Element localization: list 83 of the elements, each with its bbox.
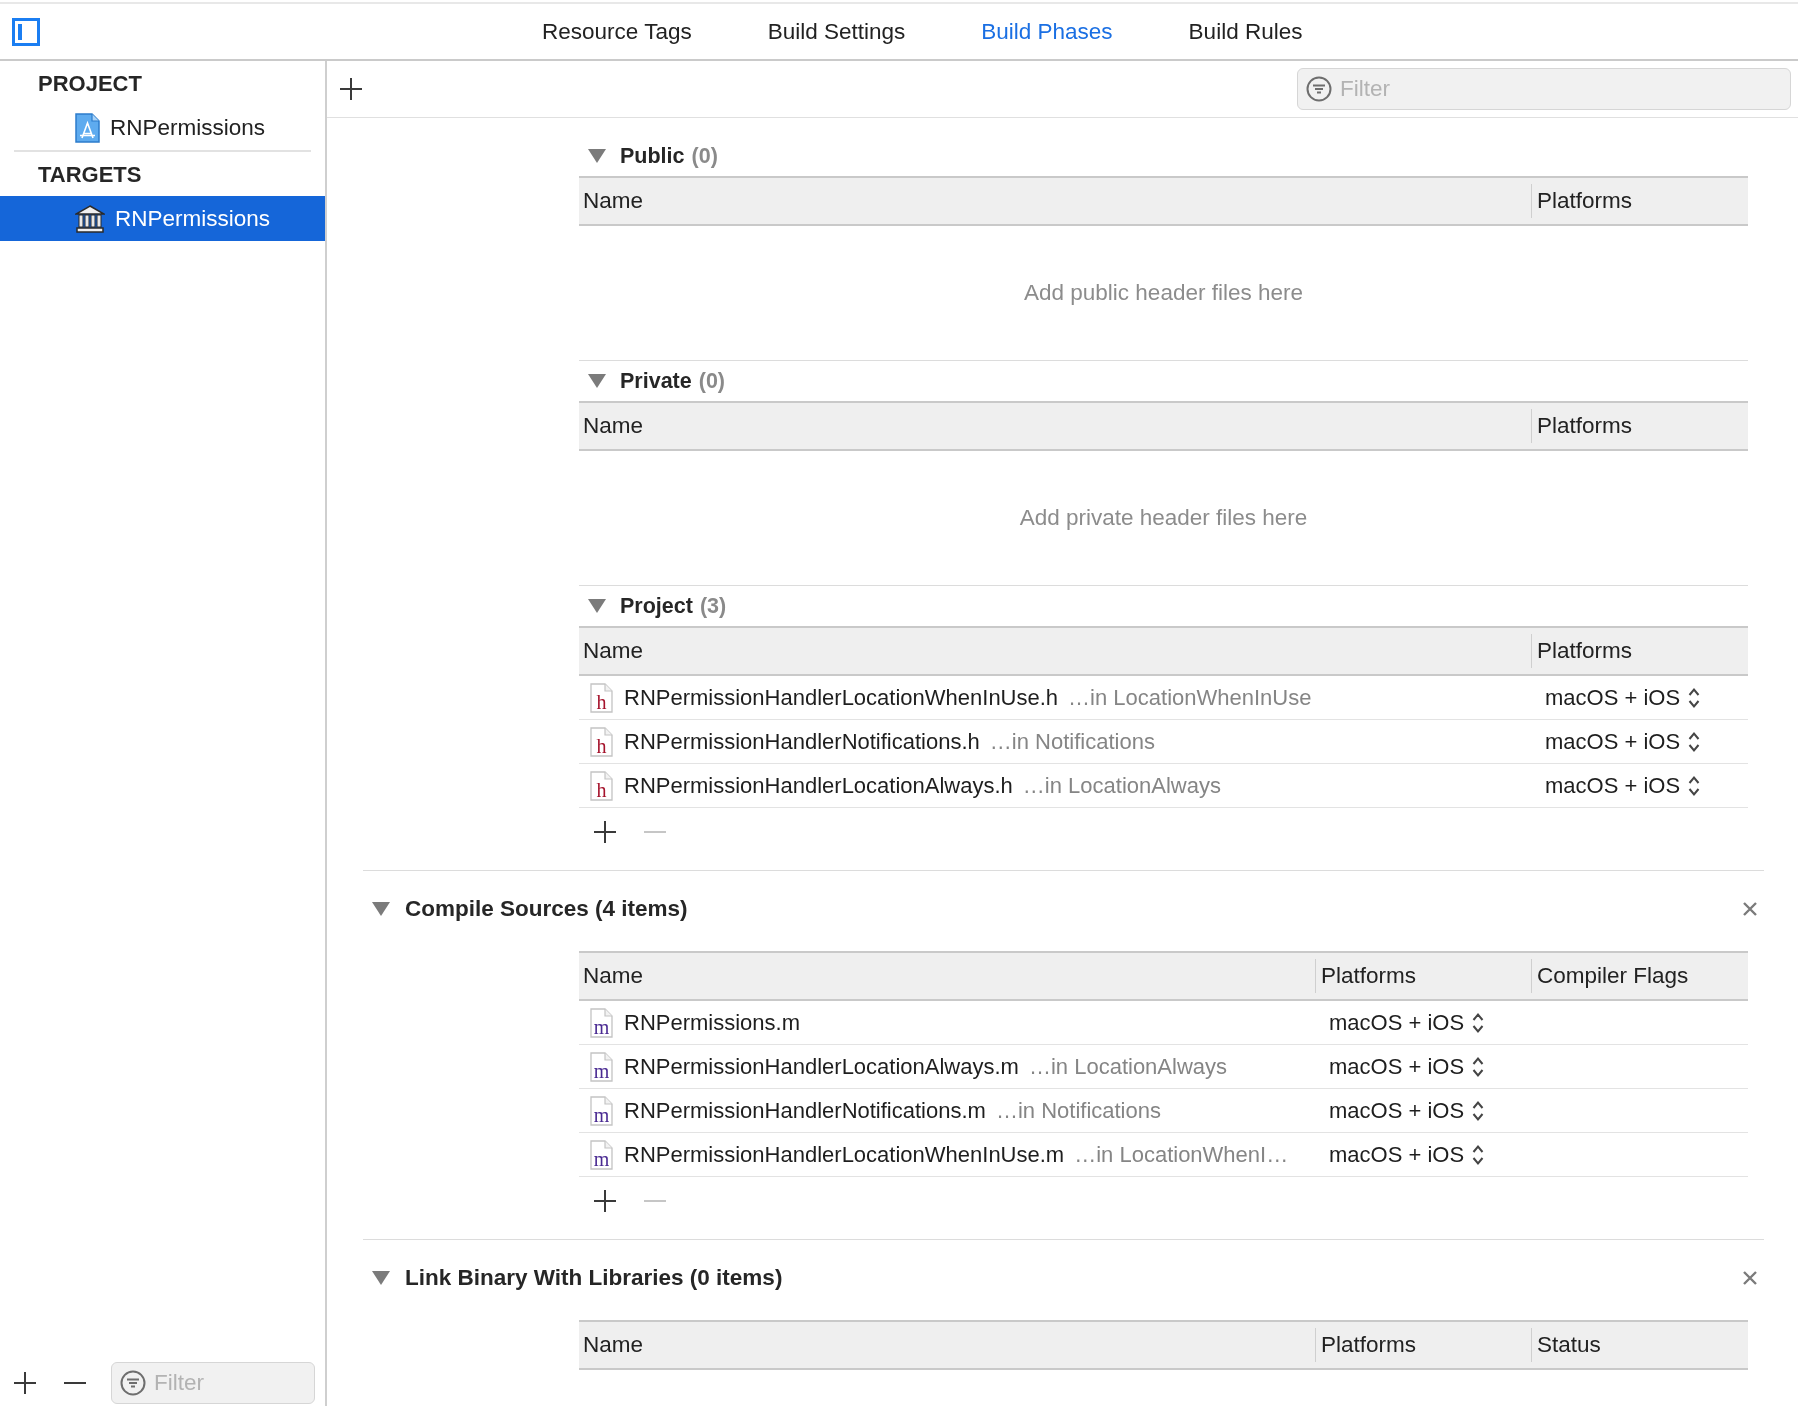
file-icon: m: [590, 1139, 613, 1170]
phase-title: Compile Sources (4 items): [405, 895, 688, 924]
disclosure-triangle-icon[interactable]: [372, 1271, 390, 1285]
column-header: Status: [1531, 1328, 1748, 1362]
platforms-popup[interactable]: macOS + iOS: [1531, 681, 1701, 714]
file-location: …in LocationAlways: [1028, 1053, 1228, 1081]
file-name: RNPermissionHandlerLocationAlways.h: [624, 772, 1013, 800]
building-icon: [75, 204, 105, 233]
sidebar-item[interactable]: RNPermissions: [0, 196, 325, 241]
sidebar-heading: TARGETS: [37, 160, 143, 189]
disclosure-triangle-icon[interactable]: [588, 149, 606, 163]
minus-icon[interactable]: [64, 1381, 86, 1384]
empty-placeholder-text: Add public header files here: [1024, 279, 1303, 308]
close-icon[interactable]: [1743, 1271, 1757, 1285]
file-name: RNPermissionHandlerLocationAlways.m: [624, 1053, 1019, 1081]
platforms-popup[interactable]: macOS + iOS: [1315, 1138, 1485, 1171]
platforms-popup[interactable]: macOS + iOS: [1315, 1094, 1485, 1127]
disclosure-triangle-icon[interactable]: [372, 902, 390, 916]
plus-icon[interactable]: [340, 78, 362, 100]
column-header: Platforms: [1315, 959, 1531, 993]
editor-tab[interactable]: Resource Tags: [504, 18, 730, 45]
column-header: Platforms: [1315, 1328, 1531, 1362]
plus-icon[interactable]: [14, 1371, 36, 1394]
column-header: Compiler Flags: [1531, 959, 1748, 993]
sidebar-item[interactable]: RNPermissions: [0, 105, 325, 150]
filter-icon: [120, 1369, 146, 1396]
item-count: (3): [699, 592, 727, 620]
editor-tab[interactable]: Build Rules: [1150, 18, 1341, 45]
file-name: RNPermissionHandlerLocationWhenInUse.h: [624, 684, 1059, 712]
close-icon[interactable]: [1743, 902, 1757, 916]
up-down-chevron-icon: [1688, 686, 1701, 709]
file-icon: h: [590, 726, 613, 757]
file-name: RNPermissionHandlerNotifications.h: [624, 728, 980, 756]
document-icon: [75, 112, 100, 143]
file-location: …in Notifications: [989, 728, 1155, 756]
column-header: Name: [582, 1331, 645, 1360]
disclosure-triangle-icon[interactable]: [588, 374, 606, 388]
item-count: (0): [691, 142, 718, 170]
platforms-popup[interactable]: macOS + iOS: [1315, 1006, 1485, 1039]
file-icon: m: [590, 1095, 613, 1126]
column-header: Platforms: [1531, 184, 1748, 218]
section-title: Public: [620, 142, 685, 170]
empty-placeholder-text: Add private header files here: [1019, 504, 1308, 533]
file-icon: h: [590, 682, 613, 713]
up-down-chevron-icon: [1472, 1143, 1485, 1166]
up-down-chevron-icon: [1688, 774, 1701, 797]
disclosure-triangle-icon[interactable]: [588, 599, 606, 613]
up-down-chevron-icon: [1472, 1099, 1485, 1122]
file-icon: m: [590, 1051, 613, 1082]
file-location: …in LocationWhenI…: [1074, 1141, 1289, 1169]
section-title: Project: [620, 592, 693, 620]
editor-tab[interactable]: Build Phases: [943, 18, 1151, 45]
plus-icon[interactable]: [594, 821, 616, 843]
file-location: …in LocationAlways: [1022, 772, 1221, 800]
item-count: (0): [698, 367, 725, 395]
column-header: Platforms: [1531, 409, 1748, 443]
column-header: Name: [582, 962, 645, 991]
file-name: RNPermissionHandlerLocationWhenInUse.m: [624, 1141, 1065, 1169]
column-header: Name: [582, 187, 645, 216]
up-down-chevron-icon: [1472, 1011, 1485, 1034]
file-location: …in Notifications: [995, 1097, 1161, 1125]
file-icon: m: [590, 1007, 613, 1038]
platforms-popup[interactable]: macOS + iOS: [1531, 725, 1701, 758]
file-location: …in LocationWhenInUse: [1068, 684, 1312, 712]
file-name: RNPermissionHandlerNotifications.m: [624, 1097, 986, 1125]
sidebar-toggle-icon[interactable]: [12, 17, 40, 46]
up-down-chevron-icon: [1472, 1055, 1485, 1078]
sidebar-heading: PROJECT: [37, 69, 143, 98]
plus-icon[interactable]: [594, 1190, 616, 1212]
editor-tab[interactable]: Build Settings: [729, 18, 944, 45]
filter-field[interactable]: Filter: [1297, 68, 1791, 110]
filter-icon: [1306, 76, 1332, 102]
section-title: Private: [620, 367, 692, 395]
filter-field[interactable]: Filter: [111, 1361, 315, 1404]
file-icon: h: [590, 770, 613, 801]
platforms-popup[interactable]: macOS + iOS: [1531, 769, 1701, 802]
column-header: Platforms: [1531, 634, 1748, 668]
column-header: Name: [582, 637, 645, 666]
up-down-chevron-icon: [1688, 730, 1701, 753]
column-header: Name: [582, 412, 645, 441]
file-name: RNPermissions.m: [624, 1009, 801, 1037]
phase-title: Link Binary With Libraries (0 items): [405, 1264, 783, 1293]
platforms-popup[interactable]: macOS + iOS: [1315, 1050, 1485, 1083]
